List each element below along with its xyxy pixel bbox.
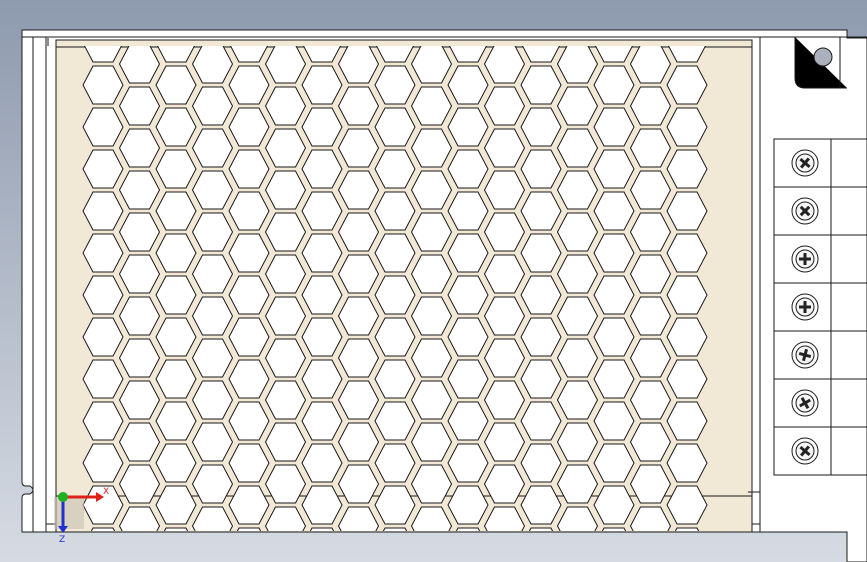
screw-head-icon[interactable] — [791, 197, 819, 225]
screw-head-icon[interactable] — [791, 293, 819, 321]
model-view[interactable]: X Z — [0, 0, 867, 562]
x-axis-label: X — [103, 487, 109, 497]
graphics-viewport[interactable]: X Z — [0, 0, 867, 562]
top-cover[interactable] — [55, 24, 753, 562]
terminal-block[interactable] — [773, 138, 867, 476]
screw-head-icon[interactable] — [791, 437, 819, 465]
z-axis-label: Z — [59, 535, 65, 545]
triad-shadow — [54, 497, 84, 529]
screw-head-icon[interactable] — [791, 341, 819, 369]
screw-head-icon[interactable] — [791, 245, 819, 273]
mount-hole-icon — [813, 47, 833, 67]
y-axis-origin-icon — [58, 492, 68, 502]
terminal-block-body — [773, 138, 867, 476]
screw-head-icon[interactable] — [791, 149, 819, 177]
screw-head-icon[interactable] — [791, 389, 819, 417]
